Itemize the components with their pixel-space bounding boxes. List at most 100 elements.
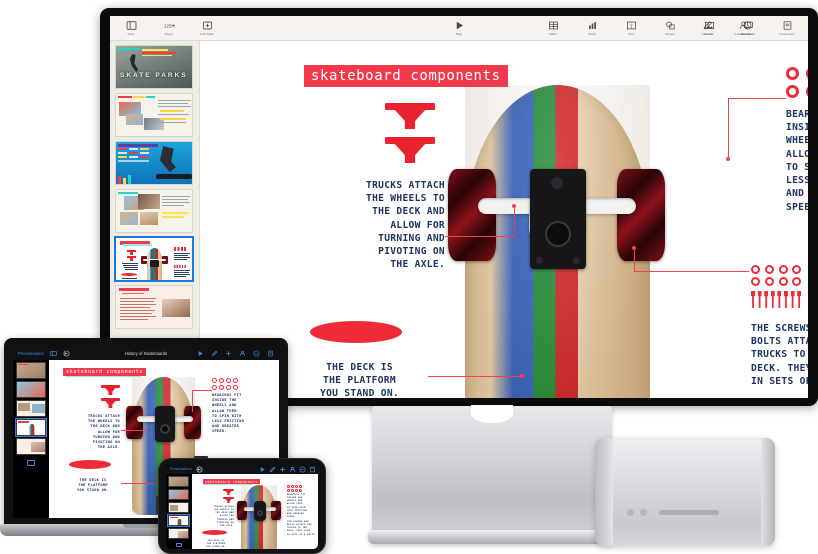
list-item[interactable]: 4 — [115, 189, 193, 233]
list-item[interactable]: 5 — [114, 236, 194, 282]
mac-studio-port — [627, 509, 634, 516]
pen-icon[interactable] — [269, 466, 276, 473]
toolbar-chart-button[interactable]: Chart — [579, 20, 605, 37]
toolbar-shape-button[interactable]: Shape — [657, 20, 683, 37]
iphone-kingpin-nut — [257, 510, 263, 516]
bearing-icon — [226, 385, 231, 390]
iphone-trucks-icon — [223, 497, 234, 504]
list-item[interactable] — [16, 400, 46, 417]
bearing-icon — [291, 485, 294, 488]
toolbar-shape-label: Shape — [665, 32, 675, 37]
list-item[interactable] — [168, 527, 189, 539]
nut-icon — [764, 277, 774, 286]
bearing-icon — [233, 385, 238, 390]
bearing-icon — [219, 385, 224, 390]
iphone-volume-button[interactable] — [194, 456, 208, 459]
wheel-right — [617, 169, 665, 261]
bearing-icon — [806, 85, 808, 98]
list-item[interactable]: SKATE PARKS 1 — [115, 45, 193, 89]
laptop-deck-caption: THE DECK IS THE PLATFORM YOU STAND ON. — [76, 478, 110, 493]
trucks-icon — [385, 137, 435, 163]
toolbar-document-label: Document — [779, 32, 795, 37]
list-item[interactable] — [168, 476, 189, 487]
toolbar-animate-button[interactable]: Animate — [734, 20, 760, 37]
list-item[interactable] — [167, 513, 190, 527]
toolbar-text-button[interactable]: T Text — [618, 20, 644, 36]
laptop-trucks-icon — [101, 398, 120, 408]
collaborate-icon[interactable] — [239, 350, 246, 357]
iphone-slide-canvas[interactable]: skateboard components TRUCKS ATTACH THE … — [192, 474, 318, 549]
deck-icon — [310, 321, 402, 343]
iphone-screws-caption: THE SCREWS AND BOLTS ATTACH THE TRUCKS T… — [287, 521, 315, 536]
bearing-icon — [233, 378, 238, 383]
stand-neck — [372, 405, 612, 532]
toolbar-chart-label: Chart — [587, 32, 597, 37]
more-icon[interactable] — [253, 350, 260, 357]
laptop-slide-navigator[interactable] — [13, 360, 49, 518]
iphone-app-toolbar: Presentations — [166, 463, 318, 474]
list-item[interactable] — [168, 488, 189, 500]
add-icon[interactable] — [279, 466, 285, 472]
desk-scene: View 125% Zoom Add Slide Play Table Char… — [0, 0, 818, 554]
toolbar-add-slide-button[interactable]: Add Slide — [194, 20, 220, 36]
toolbar-left-group: View 125% Zoom Add Slide — [118, 20, 220, 36]
bolt-icon — [783, 291, 788, 308]
play-icon[interactable] — [197, 350, 204, 357]
list-item[interactable]: 2 — [115, 93, 193, 137]
leader-line-screws — [634, 271, 749, 272]
toolbar-table-button[interactable]: Table — [540, 20, 566, 36]
play-icon[interactable] — [259, 466, 265, 472]
presentations-back-button[interactable]: Presentations — [18, 351, 44, 356]
toolbar-view-button[interactable]: View — [118, 20, 144, 36]
list-item[interactable] — [16, 438, 46, 455]
bearing-icon — [295, 485, 298, 488]
format-icon[interactable] — [309, 466, 316, 473]
iphone-skateboard-components-slide: skateboard components TRUCKS ATTACH THE … — [192, 474, 318, 549]
pen-icon[interactable] — [211, 350, 218, 357]
mac-studio-body — [595, 438, 775, 546]
iphone-power-button[interactable] — [156, 496, 159, 514]
iphone-add-slide-footer[interactable] — [168, 542, 190, 548]
add-icon[interactable] — [225, 350, 232, 357]
list-item[interactable] — [16, 381, 46, 398]
bolt-icon — [751, 291, 755, 308]
bolt-icon — [770, 291, 775, 308]
nut-icon — [792, 265, 802, 274]
bolts-icon-grid — [751, 291, 802, 308]
text-icon: T — [626, 20, 637, 31]
nut-icon — [751, 277, 760, 286]
undo-icon[interactable] — [196, 466, 203, 473]
add-slide-icon — [202, 20, 213, 31]
toolbar-format-button[interactable]: Format — [694, 20, 720, 36]
navigator-icon[interactable] — [49, 350, 57, 357]
bearing-icon — [287, 485, 290, 488]
list-item[interactable] — [168, 501, 189, 513]
collaborate-icon[interactable] — [289, 466, 296, 472]
list-item[interactable] — [16, 362, 46, 379]
iphone-bearings-icon-grid — [287, 485, 302, 492]
more-icon[interactable] — [299, 466, 306, 473]
leader-line-deck — [428, 376, 523, 377]
format-icon[interactable] — [267, 350, 274, 357]
iphone-slide-navigator[interactable] — [166, 474, 192, 549]
add-slide-footer[interactable] — [16, 460, 46, 466]
list-item[interactable]: 3 — [115, 141, 193, 185]
list-item[interactable]: 6 — [115, 285, 193, 329]
toolbar-document-button[interactable]: Document — [774, 20, 800, 37]
toolbar-animate-label: Animate — [740, 32, 754, 37]
bolt-icon — [790, 291, 795, 308]
trucks-icon — [385, 103, 435, 129]
iphone-deck-caption: THE DECK IS THE PLATFORM YOU STAND ON. — [205, 540, 227, 549]
laptop-leader-deck — [121, 483, 155, 484]
deck-caption: THE DECK IS THE PLATFORM YOU STAND ON. — [320, 362, 399, 398]
page-title-text: skateboard components — [311, 68, 501, 84]
list-item[interactable] — [15, 418, 47, 437]
iphone-screen: Presentations skateboard components TRUC… — [166, 463, 318, 549]
iphone-page-title-text: skateboard components — [205, 479, 258, 484]
undo-icon[interactable] — [63, 350, 70, 357]
laptop-deck-icon — [69, 460, 111, 469]
toolbar-zoom-button[interactable]: 125% Zoom — [156, 20, 182, 36]
toolbar-play-button[interactable]: Play — [446, 20, 472, 36]
iphone-presentations-back-button[interactable]: Presentations — [170, 467, 192, 471]
laptop-page-title-text: skateboard components — [66, 369, 144, 376]
